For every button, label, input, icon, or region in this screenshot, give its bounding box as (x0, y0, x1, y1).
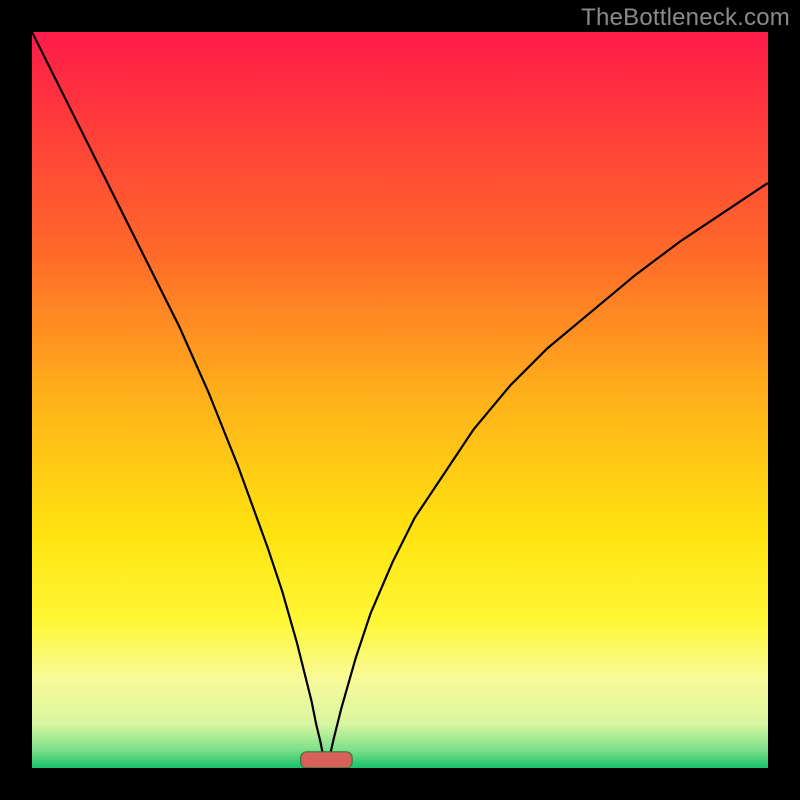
optimum-marker (301, 752, 353, 768)
gradient-background (32, 32, 768, 768)
watermark-text: TheBottleneck.com (581, 4, 790, 32)
chart-svg (32, 32, 768, 768)
chart-frame: TheBottleneck.com (0, 0, 800, 800)
plot-area (32, 32, 768, 768)
